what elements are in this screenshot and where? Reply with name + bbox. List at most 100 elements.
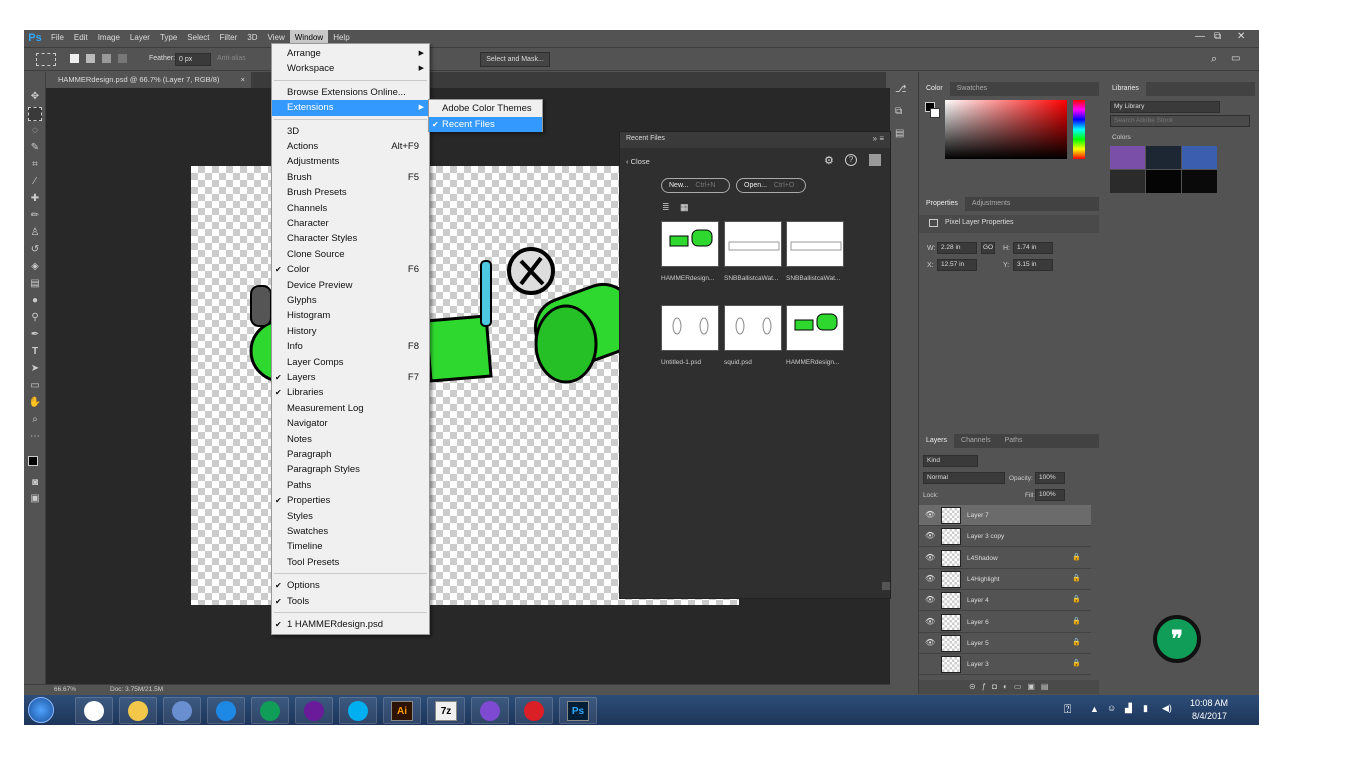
doc-size[interactable]: Doc: 3.75M/21.5M — [110, 685, 163, 694]
show-hidden-icons[interactable]: ▲ — [1090, 704, 1099, 714]
visibility-eye-icon[interactable] — [925, 659, 935, 669]
tab-adjustments[interactable]: Adjustments — [965, 197, 1018, 211]
menu-item-info[interactable]: Info F8 — [272, 339, 429, 354]
menu-item-paragraph-styles[interactable]: Paragraph Styles — [272, 462, 429, 477]
gradient-tool-icon[interactable]: ▤ — [28, 277, 42, 291]
menu-item-browse-extensions-online[interactable]: Browse Extensions Online... — [272, 85, 429, 100]
power-icon[interactable]: ▮ — [1143, 703, 1148, 714]
menu-item-libraries[interactable]: ✔ Libraries — [272, 385, 429, 400]
tab-layers[interactable]: Layers — [919, 434, 955, 448]
menu-item-device-preview[interactable]: Device Preview — [272, 278, 429, 293]
close-button[interactable]: ✕ — [1237, 30, 1245, 44]
menu-item-history[interactable]: History — [272, 324, 429, 339]
menu-item-extensions[interactable]: Extensions ▶ — [272, 100, 429, 116]
visibility-eye-icon[interactable]: 👁 — [925, 510, 935, 520]
dodge-tool-icon[interactable]: ⚲ — [28, 311, 42, 325]
link-dimensions-icon[interactable]: GO — [981, 242, 995, 254]
hue-slider[interactable] — [1073, 100, 1085, 159]
menu-item-notes[interactable]: Notes — [272, 432, 429, 447]
history-brush-icon[interactable]: ↺ — [28, 243, 42, 257]
visibility-eye-icon[interactable]: 👁 — [925, 553, 935, 563]
menu-item-adjustments[interactable]: Adjustments — [272, 154, 429, 169]
submenu-item-recent-files[interactable]: ✔ Recent Files — [429, 116, 542, 132]
library-select[interactable]: My Library — [1110, 101, 1220, 113]
menu-item-brush[interactable]: Brush F5 — [272, 170, 429, 185]
quick-mask-icon[interactable]: ◙ — [28, 476, 42, 490]
menu-layer[interactable]: Layer — [125, 30, 155, 46]
menu-file[interactable]: File — [46, 30, 69, 46]
tab-libraries[interactable]: Libraries — [1105, 82, 1146, 96]
eraser-tool-icon[interactable]: ◈ — [28, 260, 42, 274]
menu-item-brush-presets[interactable]: Brush Presets — [272, 185, 429, 200]
help-tray-icon[interactable]: ⍰ — [1064, 702, 1071, 717]
library-color-swatch[interactable] — [1182, 170, 1217, 193]
shape-tool-icon[interactable]: ▭ — [28, 379, 42, 393]
sync-icon[interactable] — [869, 154, 881, 166]
document-tab[interactable]: HAMMERdesign.psd @ 66.7% (Layer 7, RGB/8… — [46, 72, 251, 88]
visibility-eye-icon[interactable]: 👁 — [925, 595, 935, 605]
menu-item-timeline[interactable]: Timeline — [272, 539, 429, 554]
layer-row[interactable]: 👁 Layer 7 — [919, 505, 1091, 526]
menu-item-arrange[interactable]: Arrange ▶ — [272, 46, 429, 61]
stock-search-input[interactable]: Search Adobe Stock — [1110, 115, 1250, 127]
more-tools-icon[interactable]: ⋯ — [28, 430, 42, 444]
height-input[interactable]: 1.74 in — [1013, 242, 1053, 254]
tab-color[interactable]: Color — [919, 82, 950, 96]
zoom-level[interactable]: 66.67% — [54, 685, 76, 694]
blur-tool-icon[interactable]: ● — [28, 294, 42, 308]
subtract-selection-icon[interactable] — [102, 54, 111, 63]
clock-time[interactable]: 10:08 AM — [1190, 698, 1228, 708]
hangouts-bubble-icon[interactable]: ❞ — [1153, 615, 1201, 663]
taskbar-chrome-icon[interactable] — [75, 697, 113, 724]
visibility-eye-icon[interactable]: 👁 — [925, 574, 935, 584]
volume-icon[interactable]: ◀) — [1162, 703, 1172, 714]
blend-mode-select[interactable]: Normal — [923, 472, 1005, 484]
library-color-swatch[interactable] — [1110, 170, 1145, 193]
menu-item-workspace[interactable]: Workspace ▶ — [272, 61, 429, 76]
taskbar-yahoo-icon[interactable] — [295, 697, 333, 724]
marquee-tool-icon[interactable] — [28, 107, 42, 121]
quick-select-tool-icon[interactable]: ✎ — [28, 141, 42, 155]
layer-row[interactable]: 👁 Layer 3 copy — [919, 526, 1091, 548]
menu-item-character[interactable]: Character — [272, 216, 429, 231]
list-view-icon[interactable]: ≣ — [662, 202, 670, 213]
menu-item-channels[interactable]: Channels — [272, 201, 429, 216]
menu-item-layer-comps[interactable]: Layer Comps — [272, 355, 429, 370]
workspace-icon[interactable]: ▭ — [1231, 53, 1240, 64]
taskbar-pinwheel-icon[interactable] — [471, 697, 509, 724]
visibility-eye-icon[interactable]: 👁 — [925, 617, 935, 627]
tab-channels[interactable]: Channels — [954, 434, 998, 448]
tab-swatches[interactable]: Swatches — [950, 82, 994, 96]
taskbar-store-icon[interactable] — [163, 697, 201, 724]
layer-row[interactable]: 👁 Layer 4 🔒 — [919, 590, 1091, 612]
menu-item-measurement-log[interactable]: Measurement Log — [272, 401, 429, 416]
tab-paths[interactable]: Paths — [998, 434, 1030, 448]
menu-item-clone-source[interactable]: Clone Source — [272, 247, 429, 262]
resize-handle[interactable] — [882, 582, 890, 590]
document-tab-close-icon[interactable]: × — [241, 72, 245, 88]
layer-comps-panel-icon[interactable]: ▤ — [895, 128, 913, 150]
menu-item-color[interactable]: ✔ Color F6 — [272, 262, 429, 277]
select-and-mask-button[interactable]: Select and Mask... — [480, 52, 550, 67]
menu-item-paragraph[interactable]: Paragraph — [272, 447, 429, 462]
menu-item-paths[interactable]: Paths — [272, 478, 429, 493]
menu-item-tool-presets[interactable]: Tool Presets — [272, 555, 429, 570]
search-icon[interactable]: ⌕ — [1211, 53, 1217, 66]
taskbar-photoshop-icon[interactable]: Ps — [559, 697, 597, 724]
visibility-eye-icon[interactable]: 👁 — [925, 531, 935, 541]
menu-item-swatches[interactable]: Swatches — [272, 524, 429, 539]
new-file-button[interactable]: New... Ctrl+N — [661, 178, 730, 193]
menu-item-navigator[interactable]: Navigator — [272, 416, 429, 431]
stamp-tool-icon[interactable]: ♙ — [28, 226, 42, 240]
taskbar-explorer-icon[interactable] — [119, 697, 157, 724]
feather-input[interactable]: 0 px — [175, 53, 211, 66]
lasso-tool-icon[interactable]: ◌ — [28, 124, 42, 138]
y-input[interactable]: 3.15 in — [1013, 259, 1053, 271]
network-icon[interactable]: ▟ — [1125, 703, 1132, 714]
panel-menu-icon[interactable]: » ≡ — [873, 134, 884, 143]
menu-filter[interactable]: Filter — [215, 30, 243, 46]
clone-source-panel-icon[interactable]: ⧉ — [895, 106, 913, 128]
marquee-tool-preset-icon[interactable] — [36, 53, 56, 66]
menu-item-1-hammerdesign-psd[interactable]: ✔ 1 HAMMERdesign.psd — [272, 617, 429, 632]
menu-type[interactable]: Type — [155, 30, 182, 46]
